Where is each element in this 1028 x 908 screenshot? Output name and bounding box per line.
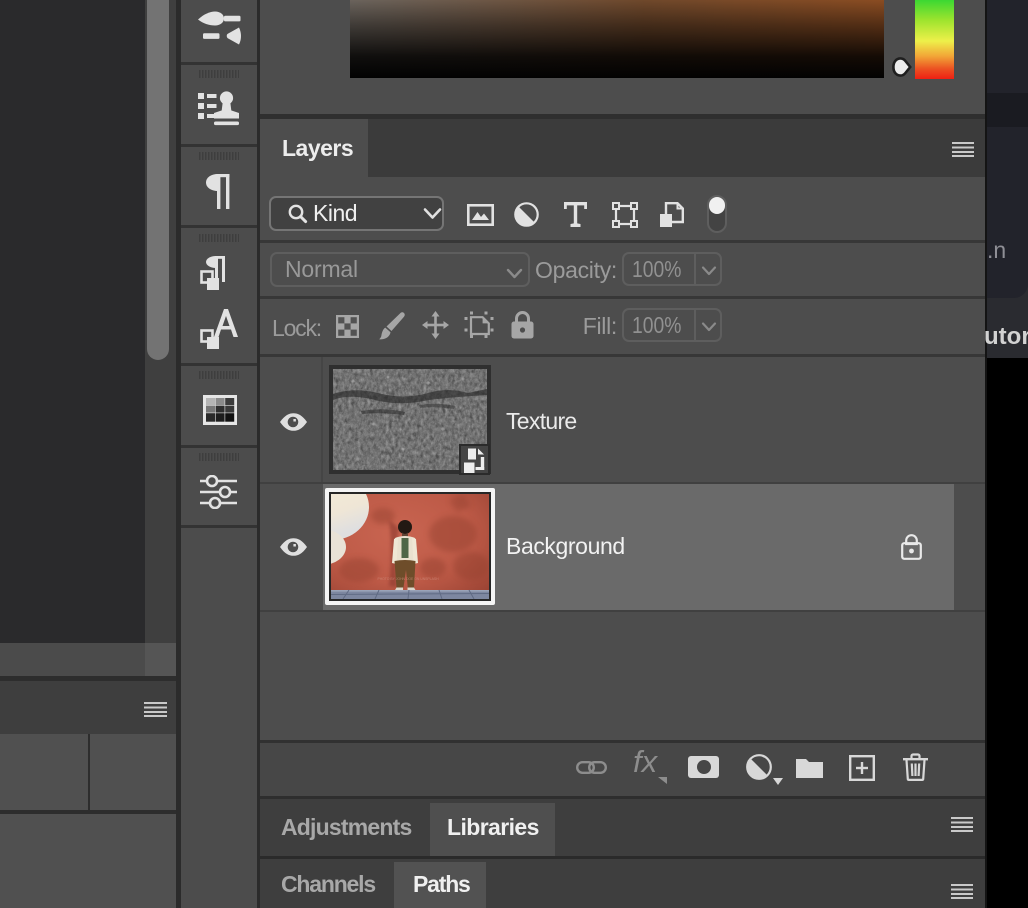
svg-text:PHOTO BY JOHN DOE ON UNSPLASH: PHOTO BY JOHN DOE ON UNSPLASH [377,577,439,581]
